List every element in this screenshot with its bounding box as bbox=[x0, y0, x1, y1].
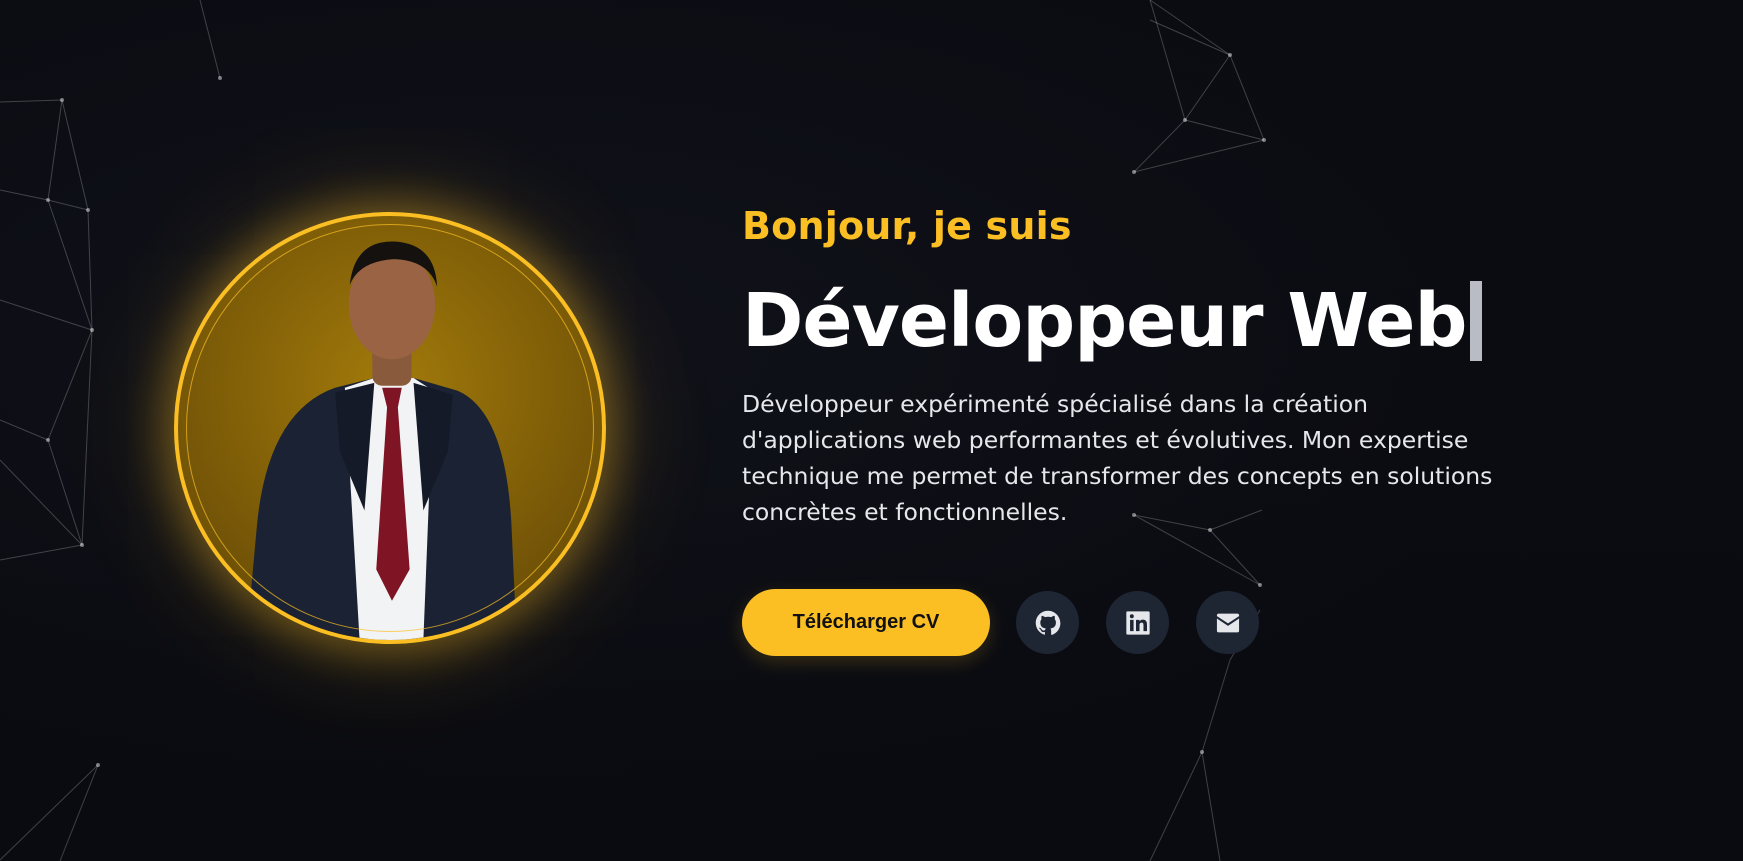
hero-content: Bonjour, je suis Développeur Web Dévelop… bbox=[742, 200, 1542, 530]
profile-photo bbox=[174, 212, 606, 644]
greeting-text: Bonjour, je suis bbox=[742, 204, 1072, 248]
profile-photo-frame bbox=[174, 212, 606, 644]
hero-actions: Télécharger CV bbox=[742, 589, 1259, 656]
email-link[interactable] bbox=[1196, 591, 1259, 654]
title-row: Développeur Web bbox=[742, 275, 1542, 367]
linkedin-icon bbox=[1125, 610, 1150, 635]
github-icon bbox=[1035, 610, 1060, 635]
mail-icon bbox=[1216, 613, 1239, 632]
download-cv-button[interactable]: Télécharger CV bbox=[742, 589, 990, 656]
page-title: Développeur Web bbox=[742, 278, 1467, 364]
github-link[interactable] bbox=[1016, 591, 1079, 654]
hero-description: Développeur expérimenté spécialisé dans … bbox=[742, 390, 1493, 526]
linkedin-link[interactable] bbox=[1106, 591, 1169, 654]
typing-cursor bbox=[1470, 281, 1483, 361]
profile-photo-inner-ring bbox=[186, 224, 594, 632]
hero-section: Bonjour, je suis Développeur Web Dévelop… bbox=[0, 0, 1743, 861]
